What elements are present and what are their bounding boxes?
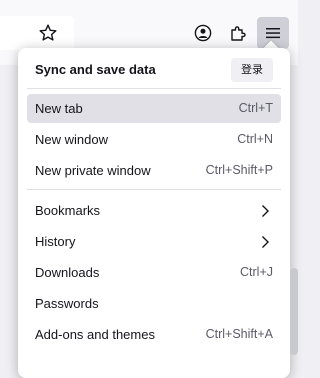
page-scrollbar[interactable]	[290, 268, 298, 355]
account-icon	[194, 24, 212, 42]
star-icon[interactable]	[38, 23, 58, 43]
menu-item-shortcut: Ctrl+N	[237, 132, 273, 146]
menu-item-history[interactable]: History	[27, 227, 281, 256]
menu-item-label: Add-ons and themes	[35, 327, 155, 342]
sign-in-button[interactable]: 登录	[231, 58, 273, 82]
chevron-right-icon	[262, 205, 269, 217]
menu-item-shortcut: Ctrl+Shift+P	[205, 163, 273, 177]
puzzle-icon	[231, 26, 246, 41]
menu-item-label: Downloads	[35, 265, 100, 280]
menu-item-downloads[interactable]: Downloads Ctrl+J	[27, 258, 281, 287]
menu-item-label: Bookmarks	[35, 203, 101, 218]
menu-item-bookmarks[interactable]: Bookmarks	[27, 196, 281, 225]
menu-item-shortcut: Ctrl+T	[238, 101, 273, 115]
menu-item-add-ons-and-themes[interactable]: Add-ons and themes Ctrl+Shift+A	[27, 320, 281, 349]
account-button[interactable]	[187, 17, 219, 49]
menu-item-shortcut: Ctrl+Shift+A	[205, 327, 273, 341]
url-bar[interactable]	[0, 16, 74, 50]
divider	[27, 88, 281, 89]
menu-item-new-window[interactable]: New window Ctrl+N	[27, 125, 281, 154]
menu-item-new-tab[interactable]: New tab Ctrl+T	[27, 94, 281, 123]
divider	[27, 189, 281, 190]
sync-header: Sync and save data 登录	[18, 48, 290, 88]
menu-item-label: New window	[35, 132, 108, 147]
menu-item-new-private-window[interactable]: New private window Ctrl+Shift+P	[27, 156, 281, 185]
chevron-right-icon	[262, 236, 269, 248]
extensions-button[interactable]	[222, 17, 254, 49]
hamburger-icon	[266, 28, 280, 39]
menu-item-label: Passwords	[35, 296, 99, 311]
menu-item-label: History	[35, 234, 76, 249]
sync-title: Sync and save data	[35, 62, 156, 77]
menu-item-shortcut: Ctrl+J	[240, 265, 273, 279]
app-menu-panel: Sync and save data 登录 New tab Ctrl+T New…	[18, 48, 290, 378]
menu-item-passwords[interactable]: Passwords	[27, 289, 281, 318]
menu-item-label: New tab	[35, 101, 83, 116]
menu-item-label: New private window	[35, 163, 151, 178]
